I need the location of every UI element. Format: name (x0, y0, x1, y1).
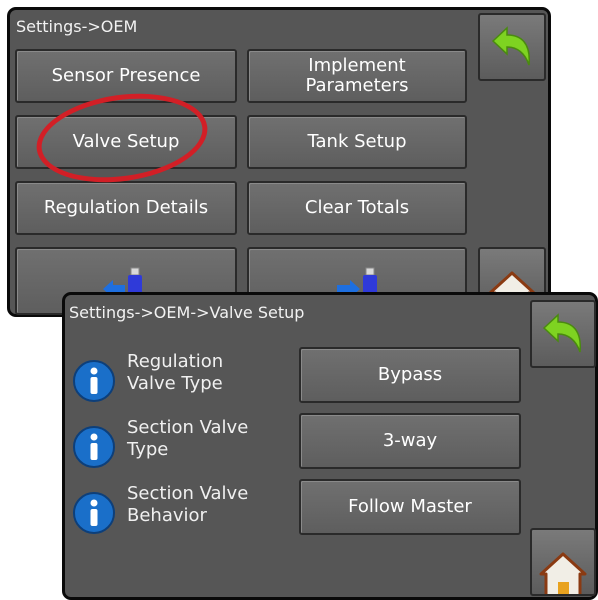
section-valve-behavior-select[interactable]: Follow Master (299, 479, 521, 535)
regulation-details-label: Regulation Details (43, 197, 209, 218)
home-button[interactable] (530, 528, 596, 596)
implement-parameters-button[interactable]: Implement Parameters (247, 49, 467, 103)
sensor-presence-button[interactable]: Sensor Presence (15, 49, 237, 103)
tank-setup-label: Tank Setup (307, 131, 407, 152)
info-icon[interactable] (72, 425, 116, 469)
info-icon[interactable] (72, 359, 116, 403)
oem-settings-screen: Settings->OEM Sensor Presence Implement … (7, 7, 551, 317)
valve-setup-screen: Settings->OEM->Valve Setup Regulation Va… (62, 292, 598, 600)
back-button[interactable] (530, 300, 596, 368)
regulation-valve-type-label: Regulation Valve Type (127, 351, 224, 394)
tank-setup-button[interactable]: Tank Setup (247, 115, 467, 169)
section-valve-behavior-label: Section Valve Behavior (127, 483, 249, 526)
breadcrumb: Settings->OEM->Valve Setup (69, 303, 305, 322)
implement-parameters-label-line2: Parameters (305, 75, 409, 96)
implement-parameters-label-line1: Implement (308, 55, 406, 76)
back-arrow-icon (542, 313, 581, 353)
regulation-details-button[interactable]: Regulation Details (15, 181, 237, 235)
section-valve-type-label: Section Valve Type (127, 417, 249, 460)
regulation-valve-type-select[interactable]: Bypass (299, 347, 521, 403)
valve-setup-label: Valve Setup (72, 131, 180, 152)
regulation-valve-type-value: Bypass (377, 364, 443, 385)
sensor-presence-label: Sensor Presence (51, 65, 201, 86)
home-icon (539, 552, 587, 594)
breadcrumb: Settings->OEM (16, 17, 138, 36)
info-icon[interactable] (72, 491, 116, 535)
valve-setup-button[interactable]: Valve Setup (15, 115, 237, 169)
back-button[interactable] (478, 13, 546, 81)
section-valve-type-select[interactable]: 3-way (299, 413, 521, 469)
back-arrow-icon (491, 26, 530, 66)
clear-totals-label: Clear Totals (304, 197, 410, 218)
section-valve-type-value: 3-way (382, 430, 438, 451)
clear-totals-button[interactable]: Clear Totals (247, 181, 467, 235)
section-valve-behavior-value: Follow Master (348, 496, 472, 517)
